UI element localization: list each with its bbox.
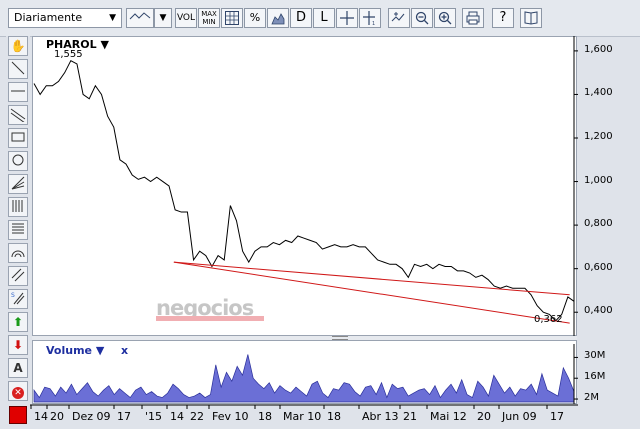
max-annotation: 1,555: [54, 49, 83, 60]
x-tick-label: 17: [550, 410, 564, 423]
volume-tick-label: 2M: [584, 392, 599, 404]
chart-canvas: [30, 36, 578, 409]
volume-area: [33, 354, 575, 403]
x-tick-label: Mai 12: [430, 410, 467, 423]
volume-legend[interactable]: Volume ▼: [46, 344, 104, 357]
x-tick-label: Dez 09: [72, 410, 111, 423]
y-tick-label: 1,400: [584, 87, 613, 99]
x-tick-label: '15: [145, 410, 163, 423]
x-tick-label: 21: [403, 410, 417, 423]
volume-tick-label: 30M: [584, 350, 606, 362]
y-tick-label: 1,000: [584, 174, 613, 186]
min-annotation: 0,362: [534, 314, 563, 325]
x-tick-label: Mar 10: [283, 410, 322, 423]
x-tick-label: 14: [34, 410, 48, 423]
x-tick-label: 14: [170, 410, 184, 423]
y-tick-label: 0,800: [584, 218, 613, 230]
x-tick-label: 20: [50, 410, 64, 423]
y-tick-label: 1,200: [584, 131, 613, 142]
y-tick-label: 0,600: [584, 261, 613, 273]
x-tick-label: Abr 13: [362, 410, 399, 423]
y-tick-label: 1,600: [584, 43, 613, 55]
volume-tick-label: 16M: [584, 371, 606, 383]
x-tick-label: 18: [327, 410, 341, 423]
volume-close-button[interactable]: x: [121, 344, 128, 357]
trendline: [173, 261, 570, 296]
trendline: [173, 261, 570, 324]
x-tick-label: 18: [258, 410, 272, 423]
x-tick-label: 22: [190, 410, 204, 423]
x-tick-label: Jun 09: [502, 410, 537, 423]
x-tick-label: 20: [477, 410, 491, 423]
x-tick-label: 17: [117, 410, 131, 423]
x-tick-label: Fev 10: [212, 410, 249, 423]
y-tick-label: 0,400: [584, 305, 613, 317]
